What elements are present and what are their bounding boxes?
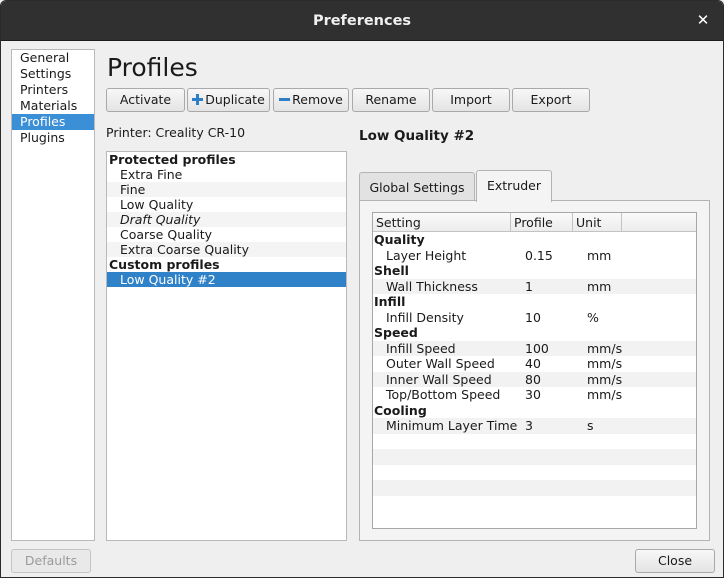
profile-item[interactable]: Fine [107, 182, 346, 197]
column-header-profile[interactable]: Profile [511, 213, 573, 232]
defaults-label: Defaults [24, 553, 78, 568]
printer-label: Printer: Creality CR-10 [106, 125, 246, 140]
table-header: Setting Profile Unit [373, 213, 696, 232]
profile-item-active[interactable]: Draft Quality [107, 212, 346, 227]
close-icon[interactable]: ✕ [695, 11, 711, 29]
sidebar-item-profiles[interactable]: Profiles [12, 114, 94, 130]
category-row: Quality [374, 232, 425, 247]
setting-name: Minimum Layer Time [386, 418, 518, 433]
setting-name: Infill Speed [386, 340, 456, 356]
rename-label: Rename [365, 92, 417, 107]
category-row: Speed [374, 325, 418, 340]
setting-name: Infill Density [386, 309, 464, 325]
setting-unit: mm/s [587, 356, 623, 371]
close-label: Close [657, 553, 693, 568]
rename-button[interactable]: Rename [352, 88, 430, 112]
export-label: Export [530, 92, 572, 107]
profile-item[interactable]: Low Quality [107, 197, 346, 212]
setting-unit: s [587, 418, 594, 433]
setting-name: Inner Wall Speed [386, 371, 492, 387]
category-row: Shell [374, 263, 409, 278]
duplicate-button[interactable]: Duplicate [187, 88, 270, 112]
empty-row [373, 465, 696, 481]
setting-value: 30 [525, 387, 541, 402]
import-label: Import [450, 92, 492, 107]
activate-button[interactable]: Activate [106, 88, 185, 112]
remove-button[interactable]: Remove [273, 88, 349, 112]
empty-row [373, 480, 696, 496]
close-button[interactable]: Close [635, 549, 715, 573]
setting-unit: mm/s [587, 387, 623, 402]
import-button[interactable]: Import [432, 88, 510, 112]
setting-name: Outer Wall Speed [386, 356, 495, 371]
setting-unit: mm [587, 247, 612, 263]
sidebar-item-settings[interactable]: Settings [12, 66, 94, 82]
setting-name: Top/Bottom Speed [386, 387, 501, 402]
window-title: Preferences [312, 13, 412, 29]
profile-group-header: Custom profiles [109, 257, 220, 272]
profile-list[interactable]: Protected profiles Extra Fine Fine Low Q… [106, 151, 347, 541]
plus-icon [192, 94, 204, 105]
setting-unit: % [587, 309, 599, 325]
setting-value: 3 [525, 418, 533, 433]
minus-icon [279, 98, 291, 101]
extruder-tab-panel: Setting Profile Unit Quality Layer Heigh… [359, 200, 710, 541]
sidebar-item-materials[interactable]: Materials [12, 98, 94, 114]
table-row: Top/Bottom Speed 30 mm/s [373, 387, 696, 403]
column-header-unit[interactable]: Unit [573, 213, 622, 232]
tab-global-settings[interactable]: Global Settings [359, 172, 475, 203]
empty-row [373, 434, 696, 450]
sidebar-item-general[interactable]: General [12, 50, 94, 66]
table-row: Infill Speed 100 mm/s [373, 340, 696, 356]
page-title: Profiles [107, 53, 198, 82]
tab-label: Extruder [486, 178, 542, 193]
preferences-sidebar: General Settings Printers Materials Prof… [11, 49, 95, 541]
setting-value: 10 [525, 309, 541, 325]
setting-value: 40 [525, 356, 541, 371]
profile-item[interactable]: Extra Fine [107, 167, 346, 182]
table-row: Layer Height 0.15 mm [373, 248, 696, 264]
setting-unit: mm/s [587, 340, 623, 356]
setting-value: 100 [525, 340, 549, 356]
preferences-window: Preferences ✕ General Settings Printers … [0, 0, 724, 578]
setting-value: 80 [525, 371, 541, 387]
empty-row [373, 449, 696, 465]
table-row: Outer Wall Speed 40 mm/s [373, 356, 696, 372]
profile-item[interactable]: Extra Coarse Quality [107, 242, 346, 257]
sidebar-item-plugins[interactable]: Plugins [12, 130, 94, 146]
duplicate-label: Duplicate [205, 92, 265, 107]
table-row: Minimum Layer Time 3 s [373, 418, 696, 434]
profile-item-selected[interactable]: Low Quality #2 [107, 272, 346, 287]
setting-unit: mm/s [587, 371, 623, 387]
table-row: Wall Thickness 1 mm [373, 278, 696, 294]
activate-label: Activate [119, 92, 172, 107]
tab-extruder[interactable]: Extruder [476, 170, 552, 202]
setting-value: 1 [525, 278, 533, 294]
profile-group-header: Protected profiles [109, 152, 236, 167]
column-header-setting[interactable]: Setting [373, 213, 511, 232]
remove-label: Remove [292, 92, 343, 107]
category-row: Cooling [374, 402, 427, 418]
settings-table[interactable]: Setting Profile Unit Quality Layer Heigh… [372, 212, 697, 529]
selected-profile-name: Low Quality #2 [359, 128, 475, 144]
tab-label: Global Settings [369, 180, 465, 195]
setting-name: Layer Height [386, 247, 467, 263]
setting-name: Wall Thickness [386, 278, 478, 294]
table-row: Infill Density 10 % [373, 310, 696, 326]
title-bar[interactable]: Preferences ✕ [1, 1, 723, 41]
table-row: Inner Wall Speed 80 mm/s [373, 371, 696, 387]
sidebar-item-printers[interactable]: Printers [12, 82, 94, 98]
defaults-button[interactable]: Defaults [11, 549, 91, 573]
setting-value: 0.15 [525, 247, 553, 263]
profile-item[interactable]: Coarse Quality [107, 227, 346, 242]
setting-unit: mm [587, 278, 612, 294]
export-button[interactable]: Export [512, 88, 590, 112]
category-row: Infill [374, 294, 406, 309]
